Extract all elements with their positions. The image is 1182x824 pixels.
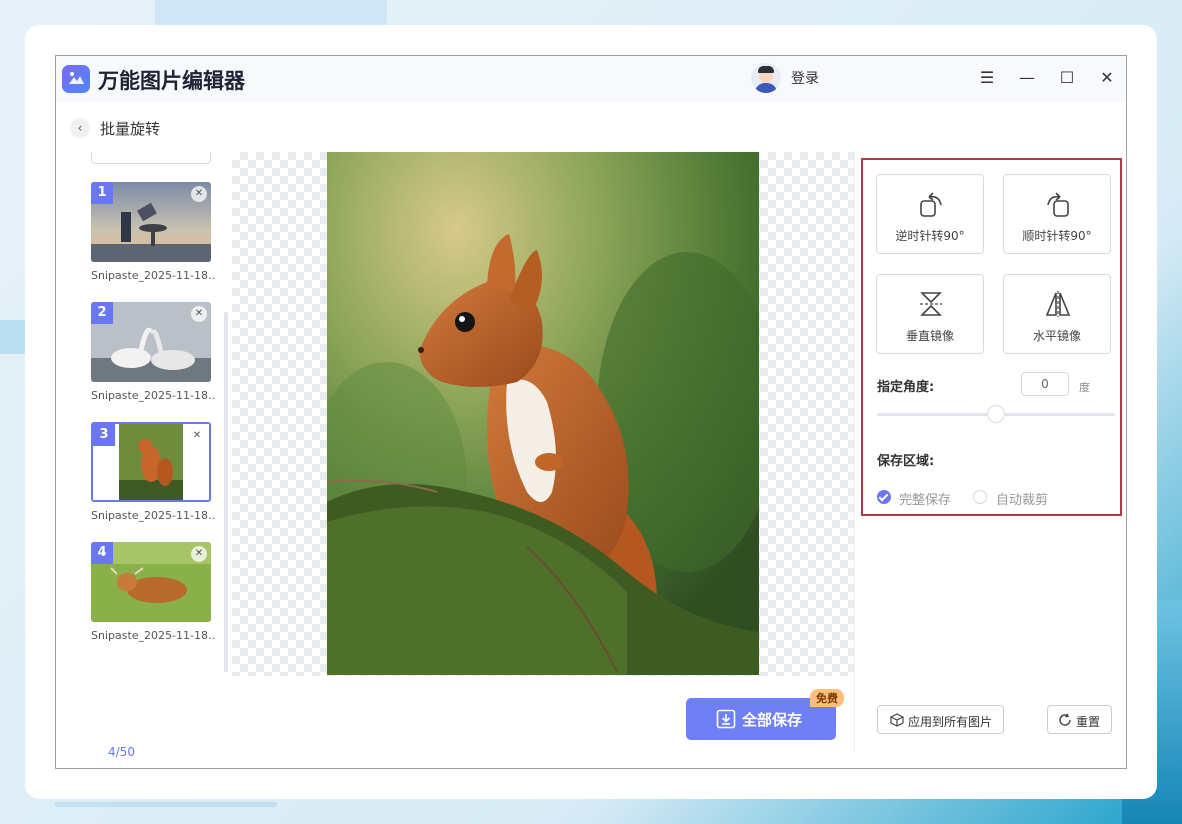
save-region-label: 保存区域: [877,454,935,469]
close-icon[interactable]: ✕ [1095,66,1119,90]
thumbnail-filename: Snipaste_2025-11-18... [91,389,216,402]
menu-icon[interactable]: ☰ [975,66,999,90]
flip-horizontal-icon [1045,291,1071,317]
remove-thumbnail-icon[interactable]: ✕ [189,428,205,444]
free-badge: 免费 [810,689,844,707]
login-link[interactable]: 登录 [791,68,819,88]
thumbnail-item[interactable]: 1 ✕ [91,182,211,262]
rotate-ccw-icon [920,192,942,217]
thumbnail-item-selected[interactable]: 3 ✕ [91,422,211,502]
radio-auto-crop[interactable] [973,490,987,504]
rotate-ccw-label: 逆时针转90° [895,229,965,243]
cube-icon [890,713,904,727]
rotate-cw-label: 顺时针转90° [1022,229,1092,243]
angle-label: 指定角度: [877,380,935,395]
app-logo-icon [62,65,90,93]
thumbnail-partial[interactable] [91,152,211,164]
page-title: 批量旋转 [100,120,161,138]
thumbnail-scrollbar[interactable] [224,312,228,672]
thumbnail-filename: Snipaste_2025-11-18... [91,629,216,642]
remove-thumbnail-icon[interactable]: ✕ [191,186,207,202]
radio-auto-crop-label[interactable]: 自动裁剪 [996,489,1048,508]
rotate-cw-button[interactable]: 顺时针转90° [1003,174,1111,254]
rotate-cw-icon [1047,192,1069,217]
thumbnail-item[interactable]: 4 ✕ [91,542,211,622]
image-counter: 4/50 [108,745,135,759]
background-shape [0,320,26,354]
thumbnail-item[interactable]: 2 ✕ [91,302,211,382]
angle-input[interactable]: 0 [1021,372,1069,396]
user-avatar[interactable] [751,63,781,93]
rotate-ccw-button[interactable]: 逆时针转90° [876,174,984,254]
thumbnail-number: 1 [91,182,113,204]
thumbnail-number: 2 [91,302,113,324]
save-all-label: 全部保存 [742,711,803,729]
download-icon [716,709,736,729]
title-bar: 万能图片编辑器 登录 ☰ — ☐ ✕ [56,56,1126,102]
reset-label: 重置 [1076,715,1101,729]
flip-horizontal-button[interactable]: 水平镜像 [1003,274,1111,354]
app-title: 万能图片编辑器 [98,69,245,93]
preview-canvas [232,152,854,676]
thumbnail-number: 3 [93,424,115,446]
maximize-icon[interactable]: ☐ [1055,66,1079,90]
angle-slider-handle[interactable] [987,405,1005,423]
refresh-icon [1059,713,1071,726]
app-window: 万能图片编辑器 登录 ☰ — ☐ ✕ ‹ 批量旋转 1 ✕ Snipaste_2… [55,55,1127,769]
thumbnail-filename: Snipaste_2025-11-18... [91,269,216,282]
back-icon[interactable]: ‹ [70,118,90,138]
rotate-options-panel: 逆时针转90° 顺时针转90° 垂直镜像 水平镜像 指定角度: 0 度 保存区域… [861,158,1122,516]
flip-horizontal-label: 水平镜像 [1032,329,1081,343]
remove-thumbnail-icon[interactable]: ✕ [191,546,207,562]
radio-full-save[interactable] [877,490,891,504]
flip-vertical-button[interactable]: 垂直镜像 [876,274,984,354]
thumbnail-list: 1 ✕ Snipaste_2025-11-18... 2 ✕ Snipaste_… [56,152,228,672]
remove-thumbnail-icon[interactable]: ✕ [191,306,207,322]
page-header: ‹ 批量旋转 [56,102,1126,150]
background-line [55,802,277,807]
minimize-icon[interactable]: — [1015,66,1039,90]
thumbnail-number: 4 [91,542,113,564]
apply-all-button[interactable]: 应用到所有图片 [877,705,1004,734]
radio-full-save-label[interactable]: 完整保存 [899,489,951,508]
preview-image [327,152,759,675]
flip-vertical-icon [920,292,942,316]
angle-unit: 度 [1079,381,1090,394]
apply-all-label: 应用到所有图片 [908,715,993,729]
panel-divider [854,152,855,752]
flip-vertical-label: 垂直镜像 [905,329,954,343]
reset-button[interactable]: 重置 [1047,705,1112,734]
thumbnail-filename: Snipaste_2025-11-18... [91,509,216,522]
